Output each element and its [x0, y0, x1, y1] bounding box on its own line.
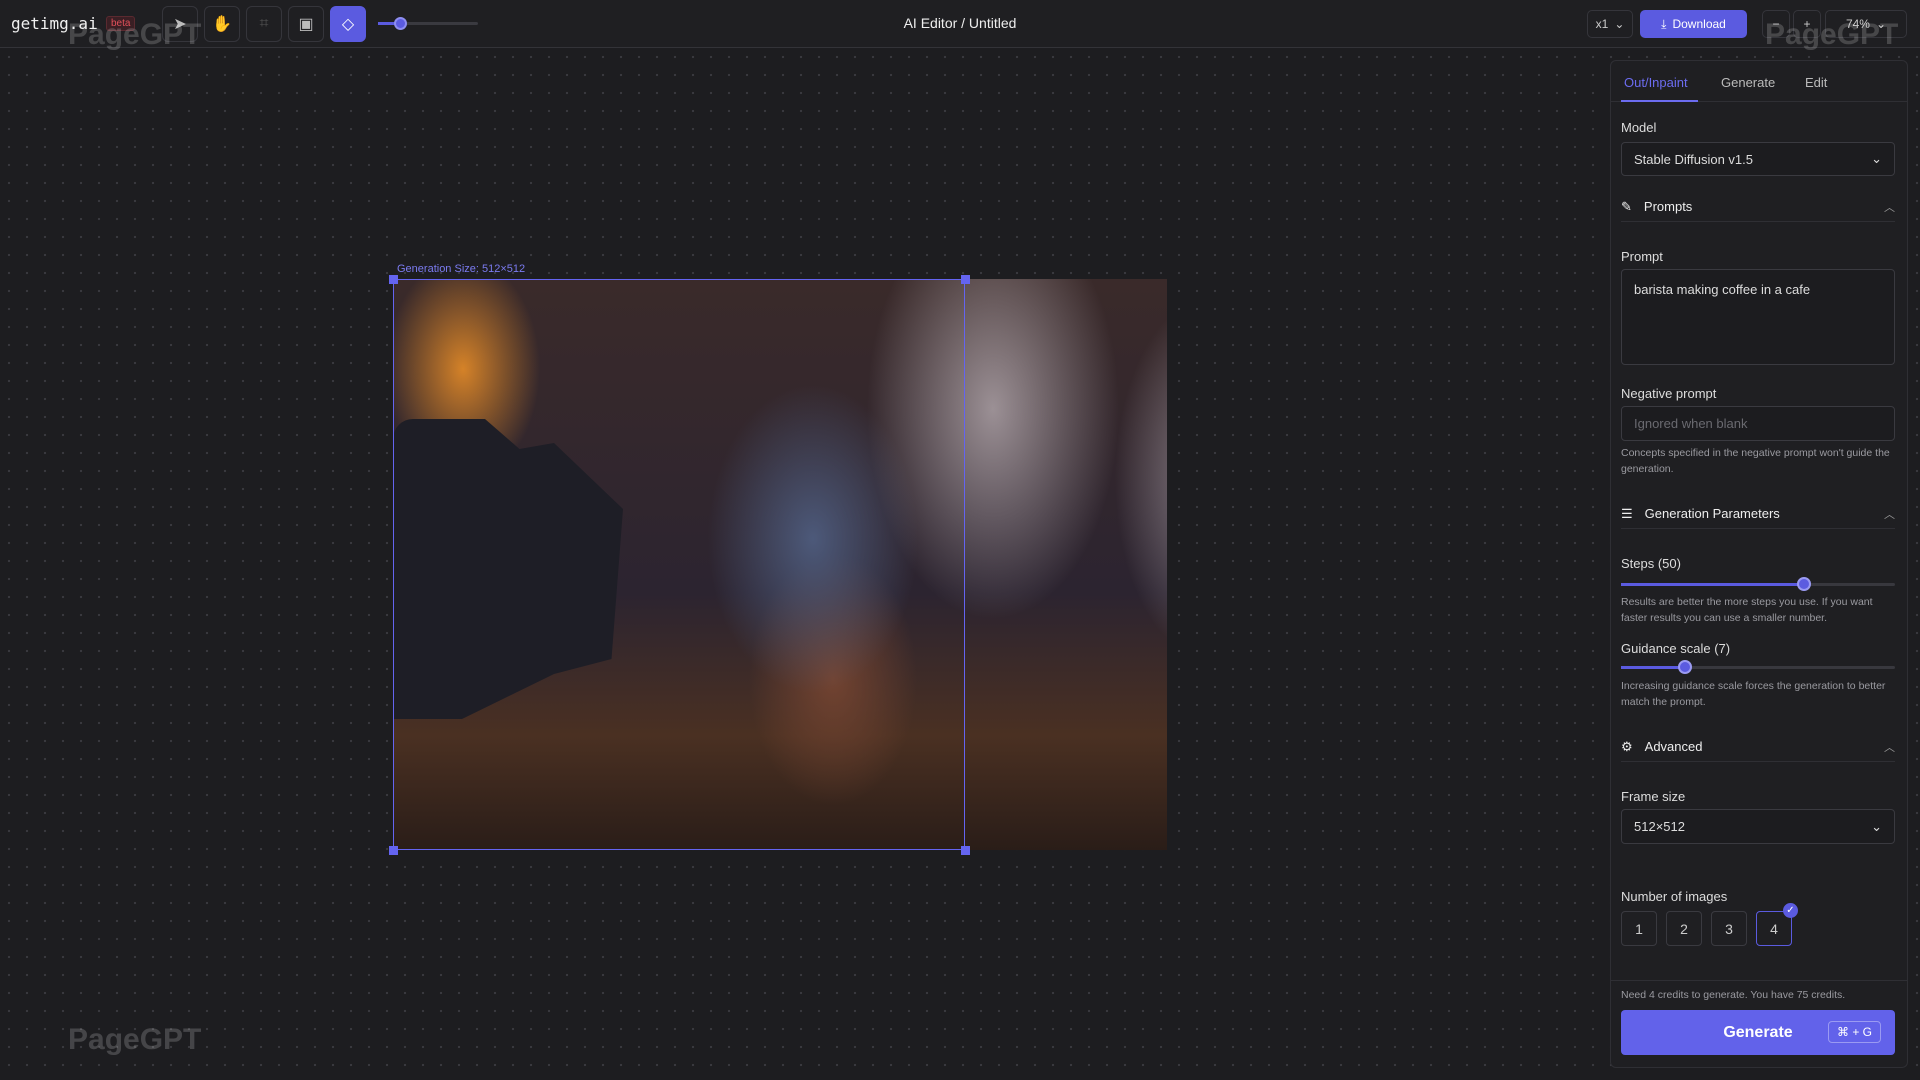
guidance-help: Increasing guidance scale forces the gen…: [1621, 680, 1886, 708]
generation-frame[interactable]: [393, 279, 965, 850]
steps-help: Results are better the more steps you us…: [1621, 596, 1873, 624]
negative-help: Concepts specified in the negative promp…: [1621, 447, 1890, 475]
images-option-1[interactable]: 1: [1621, 911, 1657, 946]
section-title: Generation Parameters: [1644, 506, 1780, 521]
prompt-textarea[interactable]: barista making coffee in a cafe: [1621, 269, 1895, 365]
top-bar: getimg.ai beta ➤ ✋ ⌗ ▣ ◇ AI Editor / Unt…: [0, 0, 1920, 48]
download-label: Download: [1672, 17, 1726, 31]
batch-select[interactable]: x1 ⌄: [1587, 10, 1633, 38]
focus-tool-button[interactable]: ⌗: [246, 6, 282, 42]
resize-handle[interactable]: [961, 846, 970, 855]
download-button[interactable]: ⤓ Download: [1640, 10, 1747, 38]
brush-size-slider[interactable]: [378, 17, 478, 30]
pencil-icon: ✎: [1621, 198, 1632, 214]
image-icon: ▣: [298, 16, 314, 33]
resize-handle[interactable]: [961, 275, 970, 284]
number-of-images-label: Number of images: [1621, 889, 1728, 904]
watermark: PageGPT: [68, 1023, 202, 1056]
download-icon: ⤓: [1661, 16, 1667, 31]
generate-label: Generate: [1723, 1023, 1793, 1041]
steps-label: Steps (50): [1621, 556, 1681, 571]
advanced-section-header[interactable]: ⚙ Advanced ︿: [1621, 732, 1895, 762]
divider: [1611, 980, 1907, 981]
credits-info: Need 4 credits to generate. You have 75 …: [1621, 989, 1846, 1001]
watermark: PageGPT: [68, 18, 202, 51]
tab-out-inpaint[interactable]: Out/Inpaint: [1624, 75, 1688, 90]
steps-slider[interactable]: [1621, 577, 1895, 591]
prompts-section-header[interactable]: ✎ Prompts ︿: [1621, 192, 1895, 222]
negative-placeholder: Ignored when blank: [1634, 416, 1748, 431]
chevron-down-icon: ⌄: [1614, 17, 1625, 31]
focus-icon: ⌗: [259, 15, 269, 32]
prompt-value: barista making coffee in a cafe: [1634, 282, 1811, 297]
tab-generate[interactable]: Generate: [1721, 75, 1775, 90]
frame-size-select[interactable]: 512×512 ⌄: [1621, 809, 1895, 844]
eraser-tool-button[interactable]: ◇: [330, 6, 366, 42]
hand-tool-button[interactable]: ✋: [204, 6, 240, 42]
active-tab-indicator: [1621, 100, 1698, 102]
shortcut-hint: ⌘ + G: [1827, 1021, 1881, 1043]
frame-size-label: Frame size: [1621, 789, 1686, 804]
section-title: Prompts: [1643, 199, 1693, 214]
eraser-icon: ◇: [341, 16, 355, 33]
model-value: Stable Diffusion v1.5: [1634, 151, 1753, 167]
frame-size-value: 512×512: [1634, 819, 1685, 834]
sliders-icon: ☰: [1621, 505, 1633, 521]
gear-icon: ⚙: [1621, 738, 1633, 754]
negative-prompt-input[interactable]: Ignored when blank: [1621, 406, 1895, 441]
section-title: Advanced: [1644, 739, 1703, 754]
resize-handle[interactable]: [389, 846, 398, 855]
negative-prompt-label: Negative prompt: [1621, 386, 1717, 401]
watermark: PageGPT: [1765, 18, 1899, 51]
guidance-label: Guidance scale (7): [1621, 641, 1731, 656]
prompt-label: Prompt: [1621, 249, 1663, 264]
resize-handle[interactable]: [389, 275, 398, 284]
chevron-down-icon: ⌄: [1871, 818, 1882, 834]
chevron-down-icon: ⌄: [1871, 151, 1882, 166]
batch-value: x1: [1595, 17, 1609, 31]
generation-size-label: Generation Size: 512×512: [397, 263, 526, 275]
check-icon: ✓: [1783, 903, 1798, 918]
generate-button[interactable]: Generate ⌘ + G: [1621, 1010, 1895, 1055]
images-option-2[interactable]: 2: [1666, 911, 1702, 946]
chevron-up-icon: ︿: [1884, 741, 1895, 754]
model-label: Model: [1621, 120, 1657, 135]
tab-edit[interactable]: Edit: [1805, 75, 1827, 90]
image-tool-button[interactable]: ▣: [288, 6, 324, 42]
chevron-up-icon: ︿: [1884, 508, 1895, 521]
images-option-3[interactable]: 3: [1711, 911, 1747, 946]
generation-parameters-header[interactable]: ☰ Generation Parameters ︿: [1621, 499, 1895, 529]
guidance-slider[interactable]: [1621, 660, 1895, 674]
model-select[interactable]: Stable Diffusion v1.5 ⌄: [1621, 142, 1895, 176]
hand-icon: ✋: [212, 16, 232, 33]
chevron-up-icon: ︿: [1884, 201, 1895, 214]
